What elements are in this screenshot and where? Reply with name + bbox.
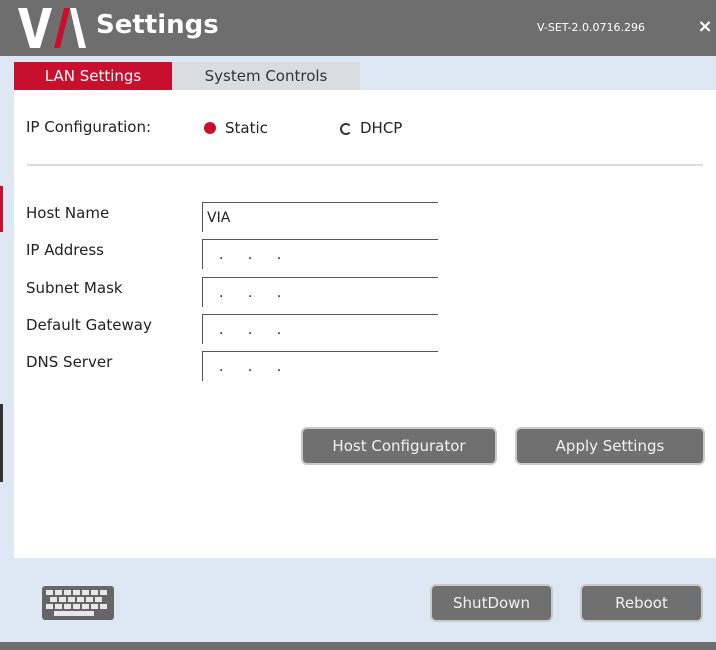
key: [91, 604, 98, 609]
key: [100, 590, 107, 595]
keyboard-icon[interactable]: [42, 586, 114, 620]
divider: [27, 164, 703, 166]
subnet-mask-input[interactable]: . . .: [202, 277, 438, 307]
edge-marker-red: [0, 186, 3, 232]
dns-server-label: DNS Server: [26, 353, 113, 371]
key: [73, 604, 80, 609]
key: [50, 597, 57, 602]
radio-selected-icon: [204, 122, 216, 134]
key: [55, 604, 62, 609]
key: [77, 597, 84, 602]
key: [55, 590, 62, 595]
dhcp-radio[interactable]: DHCP: [339, 119, 419, 139]
subnet-mask-label: Subnet Mask: [26, 279, 123, 297]
dns-server-input[interactable]: . . .: [202, 351, 438, 381]
key: [91, 590, 98, 595]
app-title: Settings: [96, 10, 219, 40]
apply-settings-button[interactable]: Apply Settings: [517, 429, 703, 463]
tab-lan-settings[interactable]: LAN Settings: [14, 62, 172, 90]
default-gateway-input[interactable]: . . .: [202, 314, 438, 344]
default-gateway-label: Default Gateway: [26, 316, 152, 334]
key: [46, 590, 53, 595]
host-configurator-button[interactable]: Host Configurator: [303, 429, 495, 463]
ip-address-input[interactable]: . . .: [202, 239, 438, 269]
key: [86, 597, 93, 602]
via-logo: [18, 8, 86, 48]
radio-unselected-icon: [340, 123, 352, 135]
tab-system-controls[interactable]: System Controls: [172, 62, 360, 90]
key: [82, 604, 89, 609]
dhcp-radio-label: DHCP: [360, 119, 403, 137]
key: [82, 590, 89, 595]
key: [100, 604, 107, 609]
reboot-button[interactable]: Reboot: [582, 586, 701, 620]
lan-settings-panel: IP Configuration: Static DHCP Host Name …: [14, 90, 716, 558]
key: [46, 604, 53, 609]
key: [73, 590, 80, 595]
host-name-input[interactable]: VIA: [202, 202, 438, 232]
ip-address-label: IP Address: [26, 241, 104, 259]
key: [64, 604, 71, 609]
static-radio[interactable]: Static: [204, 119, 284, 139]
host-name-label: Host Name: [26, 204, 110, 222]
key: [59, 597, 66, 602]
static-radio-label: Static: [225, 119, 268, 137]
edge-marker-dark: [0, 404, 3, 482]
spacebar-key: [54, 611, 94, 616]
ip-configuration-label: IP Configuration:: [26, 118, 152, 136]
title-bar: Settings V-SET-2.0.0716.296 ×: [0, 0, 716, 56]
key: [64, 590, 71, 595]
close-icon[interactable]: ×: [694, 14, 716, 40]
key: [68, 597, 75, 602]
version-label: V-SET-2.0.0716.296: [537, 21, 645, 34]
footer-bar: [0, 642, 716, 650]
key: [95, 597, 102, 602]
shutdown-button[interactable]: ShutDown: [432, 586, 551, 620]
